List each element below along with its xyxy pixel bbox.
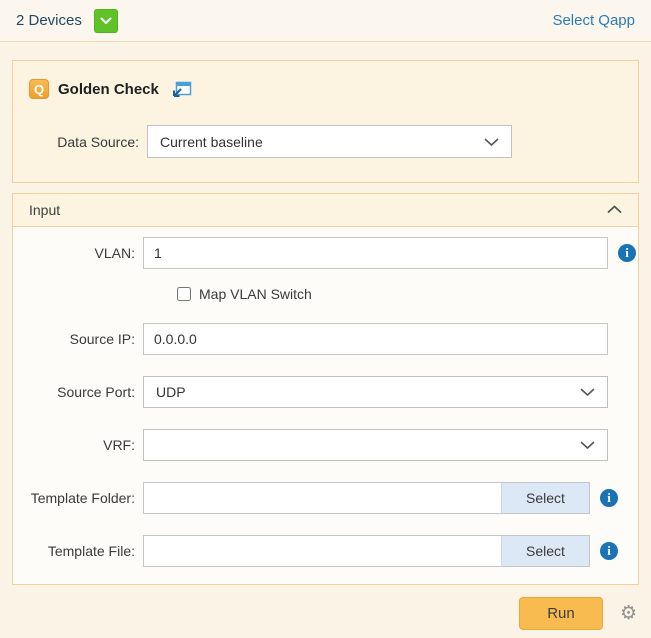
vlan-label: VLAN:: [27, 245, 135, 261]
gear-icon[interactable]: ⚙: [620, 604, 637, 623]
chevron-down-icon: [100, 12, 112, 30]
input-panel-body: VLAN: i Map VLAN Switch Source IP: Sourc…: [13, 227, 638, 584]
info-icon[interactable]: i: [600, 489, 618, 507]
vrf-select[interactable]: [143, 429, 608, 461]
template-file-input[interactable]: [144, 536, 501, 566]
footer: Run ⚙: [0, 597, 651, 630]
qapp-panel: Q Golden Check Data Source: Current base…: [12, 60, 639, 183]
source-port-label: Source Port:: [27, 384, 135, 400]
source-port-value: UDP: [156, 384, 580, 400]
input-panel: Input VLAN: i Map VLAN Switch Source IP:…: [12, 193, 639, 585]
data-source-label: Data Source:: [29, 134, 139, 150]
select-qapp-link[interactable]: Select Qapp: [552, 12, 635, 29]
map-vlan-checkbox[interactable]: [177, 287, 191, 301]
map-vlan-label: Map VLAN Switch: [199, 286, 312, 302]
data-source-row: Data Source: Current baseline: [29, 125, 622, 158]
source-ip-row: Source IP:: [27, 323, 638, 355]
template-folder-label: Template Folder:: [27, 490, 135, 506]
template-folder-row: Template Folder: Select i: [27, 482, 638, 514]
template-folder-select-button[interactable]: Select: [501, 483, 589, 513]
devices-dropdown-button[interactable]: [94, 9, 118, 33]
vlan-input[interactable]: [143, 237, 608, 269]
template-folder-combo: Select: [143, 482, 590, 514]
template-file-label: Template File:: [27, 543, 135, 559]
vrf-row: VRF:: [27, 429, 638, 461]
template-file-row: Template File: Select i: [27, 535, 638, 567]
source-port-row: Source Port: UDP: [27, 376, 638, 408]
data-source-value: Current baseline: [160, 134, 484, 150]
vrf-label: VRF:: [27, 437, 135, 453]
chevron-down-icon: [580, 437, 595, 453]
run-button[interactable]: Run: [519, 597, 603, 630]
chevron-up-icon[interactable]: [607, 201, 622, 219]
topbar: 2 Devices Select Qapp: [0, 0, 651, 42]
open-in-window-icon[interactable]: [173, 81, 192, 97]
source-ip-input[interactable]: [143, 323, 608, 355]
qapp-title-row: Q Golden Check: [29, 79, 622, 99]
input-panel-title: Input: [29, 202, 607, 218]
chevron-down-icon: [484, 134, 499, 150]
input-panel-header[interactable]: Input: [13, 194, 638, 227]
map-vlan-row: Map VLAN Switch: [27, 286, 638, 302]
source-ip-label: Source IP:: [27, 331, 135, 347]
info-icon[interactable]: i: [618, 244, 636, 262]
device-count-label: 2 Devices: [16, 12, 82, 29]
qapp-title: Golden Check: [58, 81, 159, 98]
template-folder-input[interactable]: [144, 483, 501, 513]
qapp-icon: Q: [29, 79, 49, 99]
template-file-select-button[interactable]: Select: [501, 536, 589, 566]
chevron-down-icon: [580, 384, 595, 400]
data-source-select[interactable]: Current baseline: [147, 125, 512, 158]
info-icon[interactable]: i: [600, 542, 618, 560]
vlan-row: VLAN: i: [27, 237, 638, 269]
template-file-combo: Select: [143, 535, 590, 567]
source-port-select[interactable]: UDP: [143, 376, 608, 408]
